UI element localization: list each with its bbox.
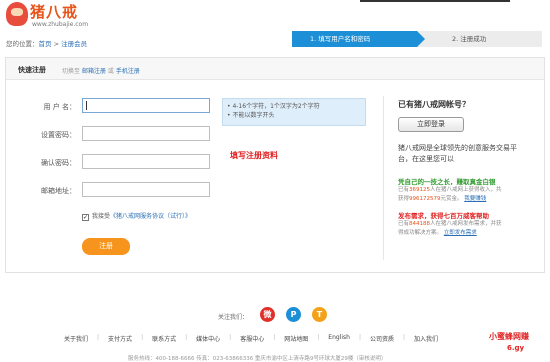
password-input[interactable] <box>82 126 210 141</box>
step-2: 2. 注册成功 <box>452 35 487 43</box>
site-url: www.zhubajie.com <box>32 21 89 28</box>
post-line2-pre: 得成功解决方案。 <box>398 230 443 236</box>
email-label: 邮箱地址： <box>41 187 76 195</box>
watermark-domain: 6.gy <box>507 344 525 352</box>
username-tip: • 4-16个字符，1个汉字为2个字符 • 不能以数字开头 <box>222 98 366 126</box>
follow-label: 关注我们： <box>218 314 249 321</box>
username-label: 用 户 名： <box>43 103 76 111</box>
earn-amount: 996172579 <box>409 196 441 202</box>
footer-link-about[interactable]: 关于我们 <box>64 334 88 343</box>
phone-register-link[interactable]: 手机注册 <box>116 68 140 75</box>
footer-divider: | <box>358 334 361 341</box>
confirm-password-label: 确认密码： <box>41 159 76 167</box>
agree-prefix: 我接受 <box>92 213 111 220</box>
form-title: 快速注册 <box>18 66 46 74</box>
footer-divider: | <box>273 334 276 341</box>
site-logo[interactable]: 猪八戒 <box>30 1 78 22</box>
footer-divider: | <box>141 334 144 341</box>
post-count: 844188 <box>409 221 431 227</box>
register-button[interactable]: 注册 <box>82 238 130 255</box>
footer-divider: | <box>403 334 406 341</box>
agree-checkbox[interactable]: ✓ <box>82 214 89 221</box>
earn-line2-post: 元赏金。 <box>440 196 463 202</box>
sidebar-description: 猪八戒网是全球领先的创意服务交易平台，在这里您可以 <box>398 144 517 163</box>
footer-divider: | <box>317 334 320 341</box>
confirm-password-input[interactable] <box>82 154 210 169</box>
agreement: ✓ 我接受《猪八戒网服务协议（试行）》 <box>82 211 191 221</box>
watermark-title: 小蜜蜂网赚 <box>489 331 529 341</box>
post-line1-post: 人在猪八戒网发布需求，并获 <box>430 221 502 227</box>
tencent-weibo-icon[interactable]: T <box>312 307 327 322</box>
footer-links: 关于我们 | 支付方式 | 联系方式 | 媒体中心 | 客服中心 | 网站地图 | Engl… <box>64 334 494 343</box>
earn-count: 369125 <box>409 187 431 193</box>
earn-line2-pre: 获得 <box>398 196 410 202</box>
post-text: 已有844188人在猪八戒网发布需求，并获 得成功解决方案。 立即发布需求 <box>398 220 533 238</box>
email-input[interactable] <box>82 182 210 197</box>
panel-header: 快速注册 切换至 邮箱注册 或 手机注册 <box>6 58 544 80</box>
footer-link-license[interactable]: 公司资质 <box>370 334 394 343</box>
switch-or: 或 <box>107 68 114 75</box>
post-request-link[interactable]: 立即发布需求 <box>444 230 477 236</box>
footer-link-media[interactable]: 媒体中心 <box>196 334 220 343</box>
breadcrumb-prefix: 您的位置： <box>6 40 39 48</box>
earn-line1-post: 人在猪八戒网上获得收入，共 <box>430 187 502 193</box>
logo-mascot-icon[interactable] <box>6 2 28 26</box>
footer-link-sitemap[interactable]: 网站地图 <box>284 334 308 343</box>
login-button[interactable]: 立即登录 <box>398 117 464 132</box>
top-border <box>360 0 510 2</box>
switch-prefix: 切换至 <box>62 68 81 75</box>
registration-steps: 1. 填写用户名和密码 2. 注册成功 <box>292 31 542 47</box>
footer-divider: | <box>185 334 188 341</box>
sidebar-title: 已有猪八戒网帐号？ <box>398 100 470 109</box>
qzone-icon[interactable]: P <box>286 307 301 322</box>
breadcrumb-current-link[interactable]: 注册会员 <box>61 40 87 48</box>
tip-line-1: • 4-16个字符，1个汉字为2个字符 <box>227 103 320 110</box>
post-line1-pre: 已有 <box>398 221 410 227</box>
service-agreement-link[interactable]: 《猪八戒网服务协议（试行）》 <box>110 213 191 220</box>
breadcrumb-home-link[interactable]: 首页 <box>39 40 52 48</box>
password-label: 设置密码： <box>41 131 76 139</box>
footer-link-service[interactable]: 客服中心 <box>240 334 264 343</box>
sidebar-divider <box>383 96 384 260</box>
footer-divider: | <box>229 334 232 341</box>
footer-link-contact[interactable]: 联系方式 <box>152 334 176 343</box>
step-arrow-icon <box>417 31 425 47</box>
register-switch: 切换至 邮箱注册 或 手机注册 <box>62 66 140 75</box>
footer-link-join[interactable]: 加入我们 <box>414 334 438 343</box>
post-heading: 发布需求，获得七百万威客帮助 <box>398 212 489 220</box>
earn-text: 已有369125人在猪八戒网上获得收入，共 获得996172579元赏金。 我要… <box>398 186 533 204</box>
username-input[interactable] <box>82 98 210 113</box>
text-cursor <box>86 101 87 110</box>
footer-contact-info: 服务热线：400-188-6666 传真：023-63866336 重庆市渝中区… <box>128 356 387 362</box>
breadcrumb-separator: > <box>51 40 62 48</box>
breadcrumb: 您的位置：首页 > 注册会员 <box>6 38 87 48</box>
step-1-active: 1. 填写用户名和密码 <box>292 31 417 47</box>
weibo-icon[interactable]: 微 <box>260 307 275 322</box>
tip-line-2: • 不能以数字开头 <box>227 112 275 119</box>
earn-heading: 凭自己的一技之长，赚取真金白银 <box>398 178 496 186</box>
earn-money-link[interactable]: 我要赚钱 <box>464 196 486 202</box>
footer-link-english[interactable]: English <box>328 334 350 343</box>
footer-divider: | <box>97 334 100 341</box>
footer-link-payment[interactable]: 支付方式 <box>108 334 132 343</box>
annotation-note: 填写注册资料 <box>230 151 278 160</box>
earn-line1-pre: 已有 <box>398 187 410 193</box>
email-register-link[interactable]: 邮箱注册 <box>82 68 106 75</box>
